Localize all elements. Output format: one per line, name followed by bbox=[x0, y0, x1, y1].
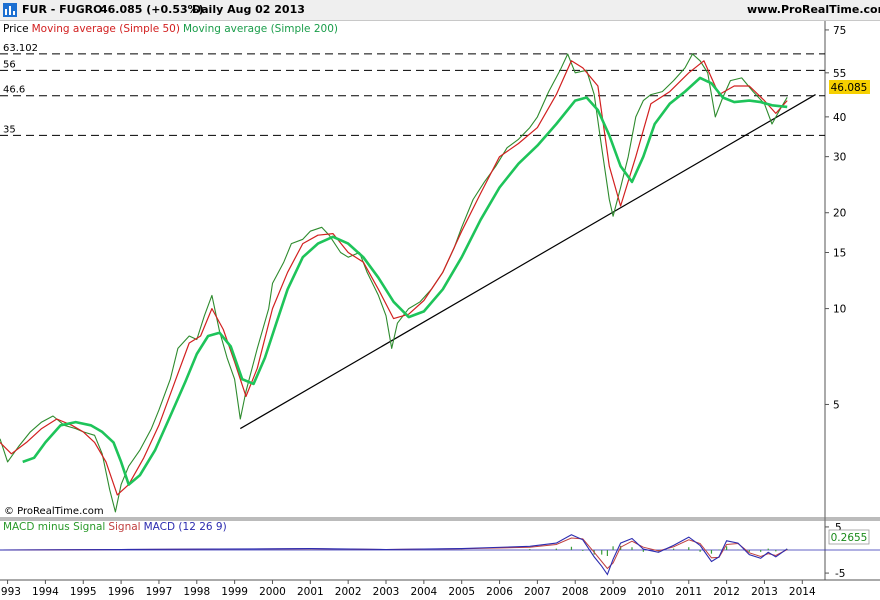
series-layer bbox=[0, 53, 880, 576]
chart-area[interactable]: 63.1025646.635 5101520304055755-51993199… bbox=[0, 0, 880, 600]
x-tick-label: 1997 bbox=[146, 586, 173, 598]
x-tick-label: 1998 bbox=[183, 586, 210, 598]
y-tick-label: 10 bbox=[833, 304, 846, 316]
x-tick-label: 2002 bbox=[335, 586, 362, 598]
x-tick-label: 2005 bbox=[448, 586, 475, 598]
legend: Price Moving average (Simple 50) Moving av… bbox=[3, 23, 338, 35]
x-tick-label: 2001 bbox=[297, 586, 324, 598]
price-series-line bbox=[0, 53, 788, 513]
level-label: 46.6 bbox=[3, 85, 25, 96]
x-tick-label: 2014 bbox=[789, 586, 816, 598]
legend-sma50: Moving average (Simple 50) bbox=[32, 23, 180, 35]
y-tick-label: 15 bbox=[833, 248, 846, 260]
x-tick-label: 2009 bbox=[600, 586, 627, 598]
x-tick-label: 2006 bbox=[486, 586, 513, 598]
y-tick-label: 75 bbox=[833, 25, 846, 37]
x-tick-label: 2013 bbox=[751, 586, 778, 598]
macd-line bbox=[0, 534, 788, 576]
trendline-layer bbox=[240, 94, 816, 430]
last-price-label: 46.085 bbox=[831, 82, 868, 94]
x-tick-label: 2003 bbox=[373, 586, 400, 598]
main-plot-frame bbox=[0, 21, 880, 581]
y-tick-label: 20 bbox=[833, 208, 846, 220]
macd-legend-macd: MACD (12 26 9) bbox=[144, 521, 227, 533]
x-tick-label: 2011 bbox=[675, 586, 702, 598]
x-tick-label: 2004 bbox=[410, 586, 437, 598]
x-tick-label: 1994 bbox=[32, 586, 59, 598]
x-tick-label: 2010 bbox=[638, 586, 665, 598]
x-tick-label: 1996 bbox=[108, 586, 135, 598]
x-tick-label: 2007 bbox=[524, 586, 551, 598]
x-tick-label: 2008 bbox=[562, 586, 589, 598]
x-tick-label: 1999 bbox=[221, 586, 248, 598]
level-label: 56 bbox=[3, 59, 16, 70]
horizontal-levels: 63.102 56 46.6 35 bbox=[0, 43, 825, 136]
level-label: 35 bbox=[3, 124, 16, 135]
x-tick-label: 2000 bbox=[259, 586, 286, 598]
level-label: 63.102 bbox=[3, 43, 38, 54]
last-price-badge: 46.085 bbox=[829, 80, 870, 94]
macd-signal-line bbox=[0, 537, 788, 570]
macd-legend: MACD minus Signal Signal MACD (12 26 9) bbox=[3, 521, 227, 533]
macd-tick-label: -5 bbox=[835, 568, 845, 580]
macd-last-value: 0.2655 bbox=[831, 532, 868, 544]
macd-legend-hist: MACD minus Signal bbox=[3, 521, 105, 533]
y-tick-label: 55 bbox=[833, 68, 846, 80]
legend-price: Price bbox=[3, 23, 29, 35]
macd-legend-signal: Signal bbox=[108, 521, 140, 533]
y-tick-label: 5 bbox=[833, 399, 840, 411]
x-tick-label: 1993 bbox=[0, 586, 21, 598]
y-tick-label: 30 bbox=[833, 152, 846, 164]
sma200-series-line bbox=[22, 76, 788, 486]
y-tick-label: 40 bbox=[833, 112, 846, 124]
legend-sma200: Moving average (Simple 200) bbox=[183, 23, 338, 35]
x-tick-label: 1995 bbox=[70, 586, 97, 598]
macd-value-badge: 0.2655 bbox=[828, 529, 870, 545]
x-tick-label: 2012 bbox=[713, 586, 740, 598]
sma50-series-line bbox=[0, 60, 788, 496]
copyright-label: © ProRealTime.com bbox=[4, 506, 104, 517]
support-trendline bbox=[240, 94, 816, 430]
